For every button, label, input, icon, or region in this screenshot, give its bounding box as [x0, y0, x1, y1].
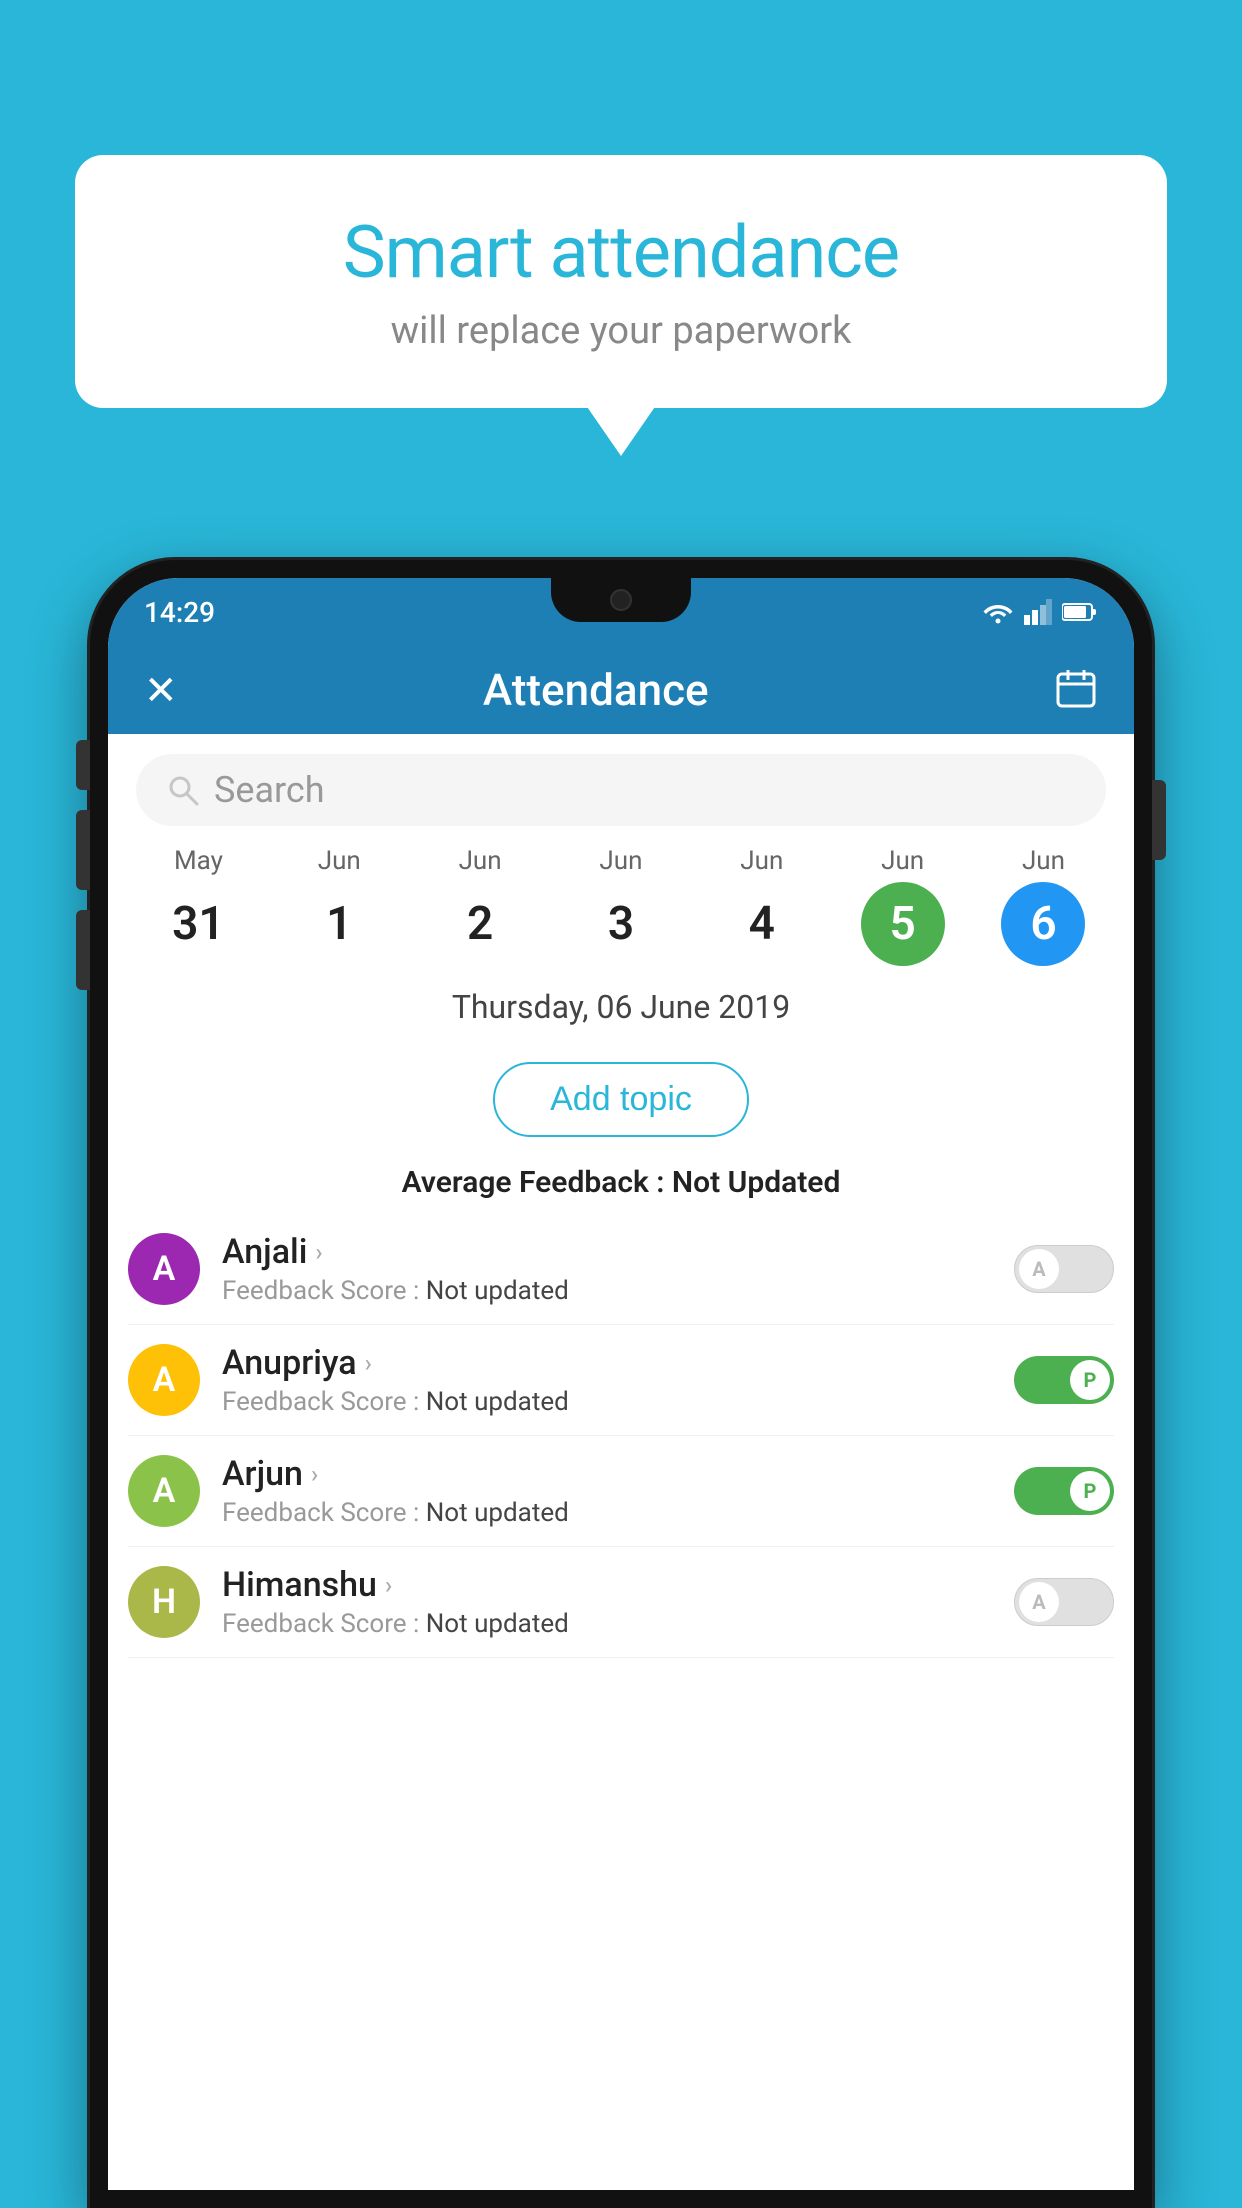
phone-btn-left-3: [76, 910, 90, 990]
attendance-toggle[interactable]: P: [1014, 1467, 1114, 1515]
date-number[interactable]: 31: [156, 882, 240, 966]
status-icons: [982, 599, 1098, 625]
attendance-toggle[interactable]: A: [1014, 1578, 1114, 1626]
date-month-label: May: [174, 846, 223, 876]
date-item[interactable]: Jun 4: [720, 846, 804, 966]
toggle-knob: P: [1070, 1360, 1110, 1400]
status-time: 14:29: [144, 596, 215, 629]
toggle-knob: A: [1019, 1582, 1059, 1622]
toggle-knob: P: [1070, 1471, 1110, 1511]
notch: [551, 578, 691, 622]
student-name: Arjun ›: [222, 1454, 1014, 1494]
student-name: Himanshu ›: [222, 1565, 1014, 1605]
phone-screen: 14:29: [108, 578, 1134, 2190]
page-title: Attendance: [138, 664, 1054, 716]
date-month-label: Jun: [459, 846, 502, 876]
student-row[interactable]: A Anupriya › Feedback Score : Not updated P: [128, 1325, 1114, 1436]
calendar-icon[interactable]: [1054, 666, 1098, 714]
chevron-icon: ›: [385, 1571, 392, 1599]
student-info: Anjali › Feedback Score : Not updated: [222, 1232, 1014, 1306]
date-month-label: Jun: [599, 846, 642, 876]
date-item[interactable]: Jun 5: [861, 846, 945, 966]
selected-date: Thursday, 06 June 2019: [108, 976, 1134, 1026]
student-list: AAnjali ›Feedback Score : Not updatedAAA…: [108, 1214, 1134, 1658]
student-name: Anupriya ›: [222, 1343, 1014, 1383]
phone-shell: 14:29: [90, 560, 1152, 2208]
student-row[interactable]: A Arjun › Feedback Score : Not updated P: [128, 1436, 1114, 1547]
phone-btn-left-2: [76, 810, 90, 890]
chevron-icon: ›: [315, 1238, 322, 1266]
student-avatar: A: [128, 1344, 200, 1416]
search-placeholder: Search: [214, 769, 325, 811]
speech-bubble: Smart attendance will replace your paper…: [75, 155, 1167, 408]
student-avatar: H: [128, 1566, 200, 1638]
phone-btn-right: [1152, 780, 1166, 860]
date-month-label: Jun: [1022, 846, 1065, 876]
date-number[interactable]: 2: [438, 882, 522, 966]
toggle-knob: A: [1019, 1249, 1059, 1289]
chevron-icon: ›: [365, 1349, 372, 1377]
speech-bubble-container: Smart attendance will replace your paper…: [75, 155, 1167, 408]
student-info: Arjun › Feedback Score : Not updated: [222, 1454, 1014, 1528]
app-header: ✕ Attendance: [108, 646, 1134, 734]
student-row[interactable]: H Himanshu › Feedback Score : Not updatedA: [128, 1547, 1114, 1658]
date-month-label: Jun: [318, 846, 361, 876]
student-row[interactable]: AAnjali ›Feedback Score : Not updatedA: [128, 1214, 1114, 1325]
bubble-subtitle: will replace your paperwork: [135, 309, 1107, 353]
date-number[interactable]: 3: [579, 882, 663, 966]
date-selector: May 31 Jun 1 Jun 2 Jun 3 Jun 4 Jun 5 Jun 6: [108, 826, 1134, 976]
student-info: Himanshu › Feedback Score : Not updated: [222, 1565, 1014, 1639]
bubble-title: Smart attendance: [135, 210, 1107, 295]
date-number[interactable]: 6: [1001, 882, 1085, 966]
add-topic-button[interactable]: Add topic: [493, 1062, 749, 1137]
date-item[interactable]: Jun 3: [579, 846, 663, 966]
camera-dot: [610, 589, 632, 611]
student-feedback: Feedback Score : Not updated: [222, 1387, 1014, 1417]
date-number[interactable]: 4: [720, 882, 804, 966]
date-number[interactable]: 1: [297, 882, 381, 966]
date-item[interactable]: May 31: [156, 846, 240, 966]
student-avatar: A: [128, 1455, 200, 1527]
date-item[interactable]: Jun 1: [297, 846, 381, 966]
student-feedback: Feedback Score : Not updated: [222, 1609, 1014, 1639]
date-month-label: Jun: [740, 846, 783, 876]
attendance-toggle[interactable]: P: [1014, 1356, 1114, 1404]
signal-icon: [1024, 599, 1052, 625]
search-icon: [166, 773, 200, 807]
avg-feedback-label: Average Feedback :: [402, 1165, 672, 1200]
date-item[interactable]: Jun 2: [438, 846, 522, 966]
battery-icon: [1062, 602, 1098, 622]
student-feedback: Feedback Score : Not updated: [222, 1276, 1014, 1306]
chevron-icon: ›: [311, 1460, 318, 1488]
avg-feedback-value: Not Updated: [672, 1165, 840, 1200]
student-name: Anjali ›: [222, 1232, 1014, 1272]
wifi-icon: [982, 599, 1014, 625]
student-feedback: Feedback Score : Not updated: [222, 1498, 1014, 1528]
date-item[interactable]: Jun 6: [1001, 846, 1085, 966]
date-month-label: Jun: [881, 846, 924, 876]
date-number[interactable]: 5: [861, 882, 945, 966]
status-bar: 14:29: [108, 578, 1134, 646]
search-bar[interactable]: Search: [136, 754, 1106, 826]
student-avatar: A: [128, 1233, 200, 1305]
average-feedback: Average Feedback : Not Updated: [108, 1165, 1134, 1214]
attendance-toggle[interactable]: A: [1014, 1245, 1114, 1293]
phone-btn-left-1: [76, 740, 90, 790]
student-info: Anupriya › Feedback Score : Not updated: [222, 1343, 1014, 1417]
